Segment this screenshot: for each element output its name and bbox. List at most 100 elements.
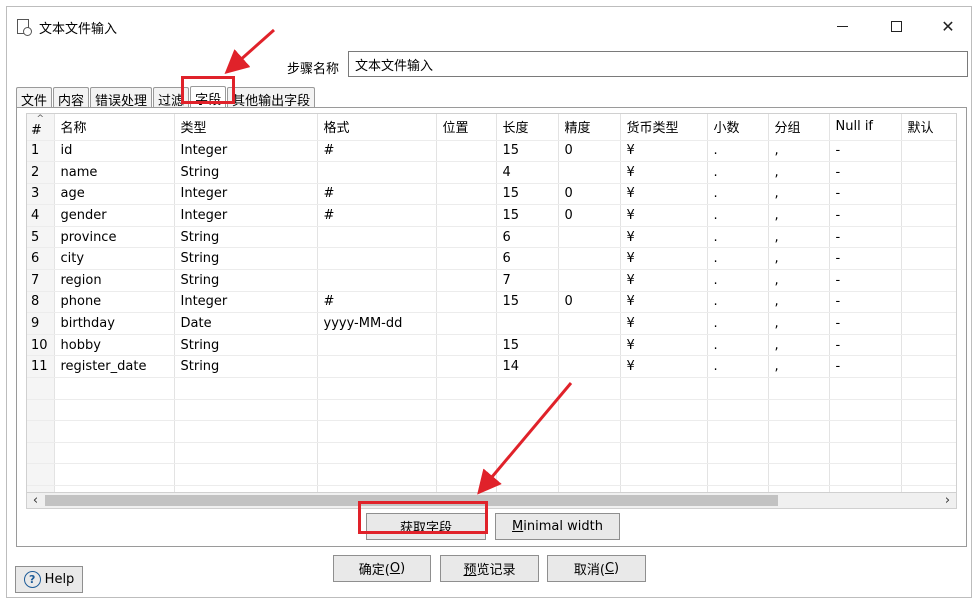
table-cell[interactable]: ¥ (620, 226, 708, 249)
table-cell[interactable] (174, 420, 318, 443)
table-cell[interactable] (901, 377, 956, 400)
table-cell[interactable] (54, 463, 175, 486)
table-cell[interactable] (317, 247, 437, 271)
table-cell[interactable] (901, 247, 956, 271)
table-cell[interactable]: . (707, 334, 769, 357)
table-cell[interactable]: 6 (496, 247, 559, 271)
table-cell[interactable] (558, 161, 621, 184)
table-cell[interactable] (496, 420, 559, 443)
empty-table-row[interactable] (27, 463, 956, 486)
table-cell[interactable]: 9 (27, 312, 55, 335)
table-cell[interactable] (901, 442, 956, 465)
table-cell[interactable] (436, 183, 497, 206)
empty-table-row[interactable] (27, 399, 956, 422)
table-cell[interactable] (901, 291, 956, 314)
table-cell[interactable]: hobby (54, 334, 175, 357)
tab-other-output-fields[interactable]: 其他输出字段 (227, 87, 316, 109)
table-row[interactable]: 6 city String 6 ¥., - (27, 247, 956, 271)
table-cell[interactable] (436, 312, 497, 335)
column-header[interactable]: 长度 (496, 114, 559, 141)
table-cell[interactable]: - (829, 355, 902, 379)
table-cell[interactable] (436, 399, 497, 422)
table-cell[interactable]: 14 (496, 355, 559, 379)
table-cell[interactable] (620, 399, 708, 422)
table-cell[interactable]: 11 (27, 355, 55, 379)
table-cell[interactable] (707, 442, 769, 465)
column-header[interactable]: 默认 (901, 114, 956, 141)
table-cell[interactable]: . (707, 269, 769, 292)
table-cell[interactable] (707, 420, 769, 443)
table-cell[interactable] (901, 269, 956, 292)
table-row[interactable]: 3 age Integer #15 0 ¥., - (27, 183, 956, 206)
table-cell[interactable] (901, 334, 956, 357)
table-cell[interactable] (436, 420, 497, 443)
table-cell[interactable] (829, 420, 902, 443)
table-cell[interactable]: String (174, 226, 318, 249)
minimal-width-button[interactable]: Minimal width (495, 513, 620, 540)
empty-table-row[interactable] (27, 420, 956, 443)
table-row[interactable]: 11 register_date String 14 ¥., - (27, 355, 956, 379)
table-cell[interactable] (829, 442, 902, 465)
table-cell[interactable]: - (829, 334, 902, 357)
table-cell[interactable] (558, 420, 621, 443)
table-cell[interactable] (436, 442, 497, 465)
table-cell[interactable]: 7 (27, 269, 55, 292)
ok-button[interactable]: 确定(O) (333, 555, 431, 582)
table-cell[interactable]: age (54, 183, 175, 206)
table-cell[interactable] (620, 377, 708, 400)
table-cell[interactable]: , (768, 312, 830, 335)
table-cell[interactable] (174, 463, 318, 486)
table-cell[interactable] (317, 399, 437, 422)
table-cell[interactable]: register_date (54, 355, 175, 379)
table-cell[interactable]: , (768, 334, 830, 357)
table-cell[interactable]: , (768, 226, 830, 249)
table-cell[interactable]: - (829, 140, 902, 163)
table-cell[interactable]: Integer (174, 140, 318, 163)
column-header[interactable]: 精度 (558, 114, 621, 141)
table-cell[interactable]: 6 (496, 226, 559, 249)
table-cell[interactable]: String (174, 161, 318, 184)
table-cell[interactable]: String (174, 269, 318, 292)
table-cell[interactable] (558, 463, 621, 486)
column-header[interactable]: 位置 (436, 114, 497, 141)
column-header[interactable]: Null if (829, 114, 902, 141)
tab-file[interactable]: 文件 (16, 87, 53, 109)
get-fields-button[interactable]: 获取字段 (366, 513, 486, 540)
table-cell[interactable]: - (829, 312, 902, 335)
table-cell[interactable]: ¥ (620, 161, 708, 184)
table-cell[interactable] (174, 442, 318, 465)
table-cell[interactable]: . (707, 183, 769, 206)
column-header-index[interactable]: ^ # (27, 114, 55, 141)
table-cell[interactable]: 0 (558, 183, 621, 206)
table-cell[interactable] (436, 247, 497, 271)
table-cell[interactable] (436, 291, 497, 314)
table-cell[interactable]: String (174, 334, 318, 357)
table-cell[interactable]: , (768, 355, 830, 379)
table-cell[interactable]: - (829, 291, 902, 314)
table-cell[interactable] (317, 355, 437, 379)
table-cell[interactable] (317, 269, 437, 292)
table-cell[interactable]: Integer (174, 291, 318, 314)
table-cell[interactable] (174, 399, 318, 422)
table-cell[interactable] (558, 269, 621, 292)
table-cell[interactable]: String (174, 355, 318, 379)
table-cell[interactable]: , (768, 247, 830, 271)
table-cell[interactable] (620, 420, 708, 443)
table-cell[interactable] (901, 204, 956, 227)
empty-table-row[interactable] (27, 377, 956, 400)
table-cell[interactable] (829, 377, 902, 400)
table-cell[interactable] (436, 226, 497, 249)
preview-records-button[interactable]: 预览记录 (440, 555, 539, 582)
table-cell[interactable] (558, 312, 621, 335)
table-cell[interactable]: , (768, 140, 830, 163)
cancel-button[interactable]: 取消(C) (547, 555, 646, 582)
table-cell[interactable]: ¥ (620, 269, 708, 292)
table-cell[interactable] (901, 312, 956, 335)
table-cell[interactable]: 15 (496, 291, 559, 314)
table-cell[interactable]: province (54, 226, 175, 249)
table-cell[interactable]: name (54, 161, 175, 184)
table-cell[interactable] (54, 399, 175, 422)
table-cell[interactable]: 15 (496, 140, 559, 163)
table-cell[interactable] (496, 399, 559, 422)
table-cell[interactable]: . (707, 204, 769, 227)
